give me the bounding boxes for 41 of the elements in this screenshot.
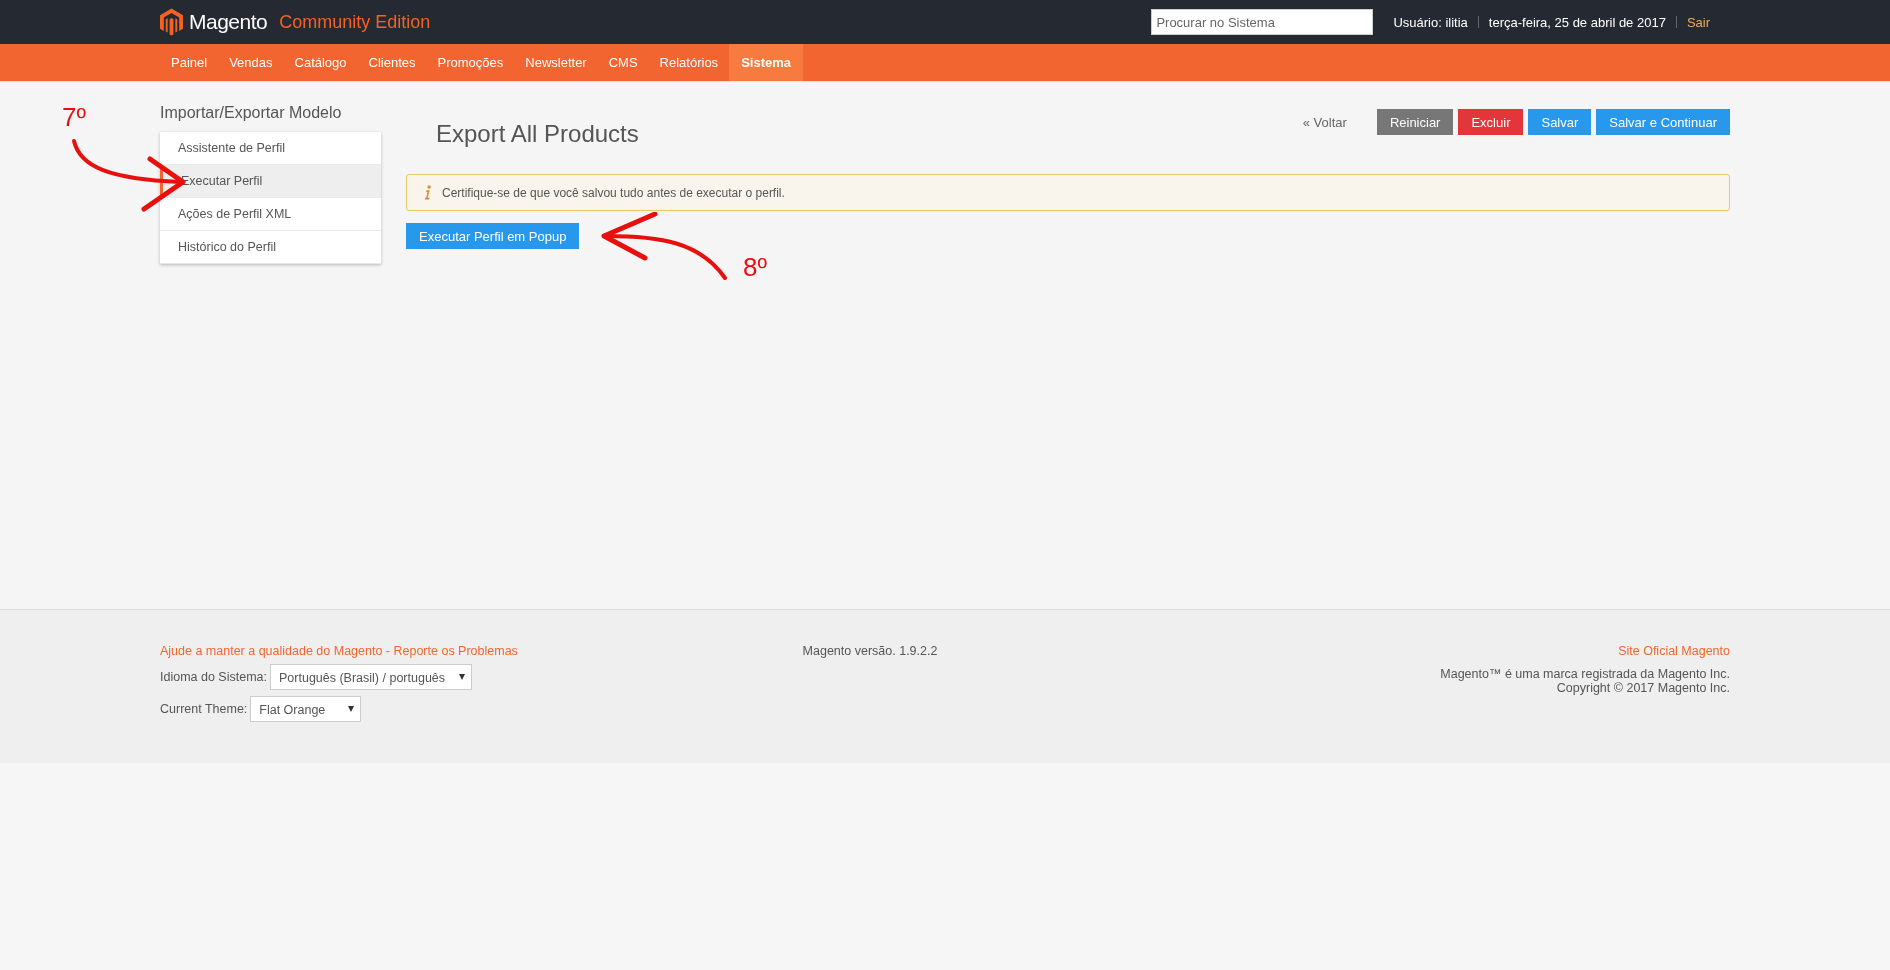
page-title: Export All Products: [436, 120, 639, 148]
step-annotation: 7º: [62, 102, 86, 133]
magento-logo-icon: [160, 8, 183, 36]
search-field[interactable]: Procurar no Sistema: [1151, 9, 1374, 35]
nav-tab[interactable]: Newsletter: [514, 44, 598, 81]
nav-tab[interactable]: Catálogo: [283, 44, 358, 81]
theme-label: Current Theme:: [160, 702, 248, 716]
sidebar-title: Importar/Exportar Modelo: [160, 104, 343, 122]
nav-tab[interactable]: Sistema: [729, 44, 803, 81]
official-site-link[interactable]: Site Oficial Magento: [1618, 644, 1730, 658]
edition-text: Community Edition: [279, 11, 431, 33]
nav-tab[interactable]: CMS: [597, 44, 649, 81]
trademark-text: Magento™ é uma marca registrada da Magento Inc.: [1440, 667, 1730, 681]
notice-text: Certifique-se de que você salvou tudo antes de executar o perfil.: [442, 185, 785, 200]
version-text: Magento versão. 1.9.2.2: [802, 644, 938, 660]
run-popup-button[interactable]: Executar Perfil em Popup: [406, 223, 580, 249]
step-annotation: 8º: [743, 252, 767, 283]
logout-link[interactable]: Sair: [1686, 14, 1710, 30]
back-link[interactable]: « Voltar: [1289, 109, 1360, 135]
theme-select[interactable]: Flat Orange: [250, 696, 362, 722]
action-button[interactable]: Salvar: [1528, 109, 1592, 135]
sidebar-item[interactable]: Ações de Perfil XML: [160, 198, 381, 231]
nav-tab[interactable]: Relatórios: [648, 44, 730, 81]
dropdown-arrow-icon: [459, 674, 466, 680]
date-text: terça-feira, 25 de abril de 2017: [1488, 14, 1666, 30]
language-label: Idioma do Sistema:: [160, 670, 267, 684]
action-button[interactable]: Reiniciar: [1376, 109, 1454, 135]
user-text: Usuário: ilitia: [1393, 14, 1468, 30]
nav-tab[interactable]: Promoções: [426, 44, 515, 81]
report-link[interactable]: Ajude a manter a qualidade do Magento - Reporte os Problemas: [160, 644, 680, 658]
sidebar-item[interactable]: Histórico do Perfil: [160, 231, 381, 264]
dropdown-arrow-icon: [348, 706, 355, 712]
nav-tab[interactable]: Painel: [160, 44, 219, 81]
nav-tab[interactable]: Vendas: [218, 44, 284, 81]
language-select[interactable]: Português (Brasil) / português: [270, 664, 473, 690]
action-button[interactable]: Salvar e Continuar: [1596, 109, 1730, 135]
copyright-text: Copyright © 2017 Magento Inc.: [1556, 681, 1730, 695]
logo-text: Magento: [189, 10, 268, 34]
nav-tab[interactable]: Clientes: [357, 44, 427, 81]
info-icon: [423, 185, 432, 200]
action-button[interactable]: Excluir: [1458, 109, 1524, 135]
